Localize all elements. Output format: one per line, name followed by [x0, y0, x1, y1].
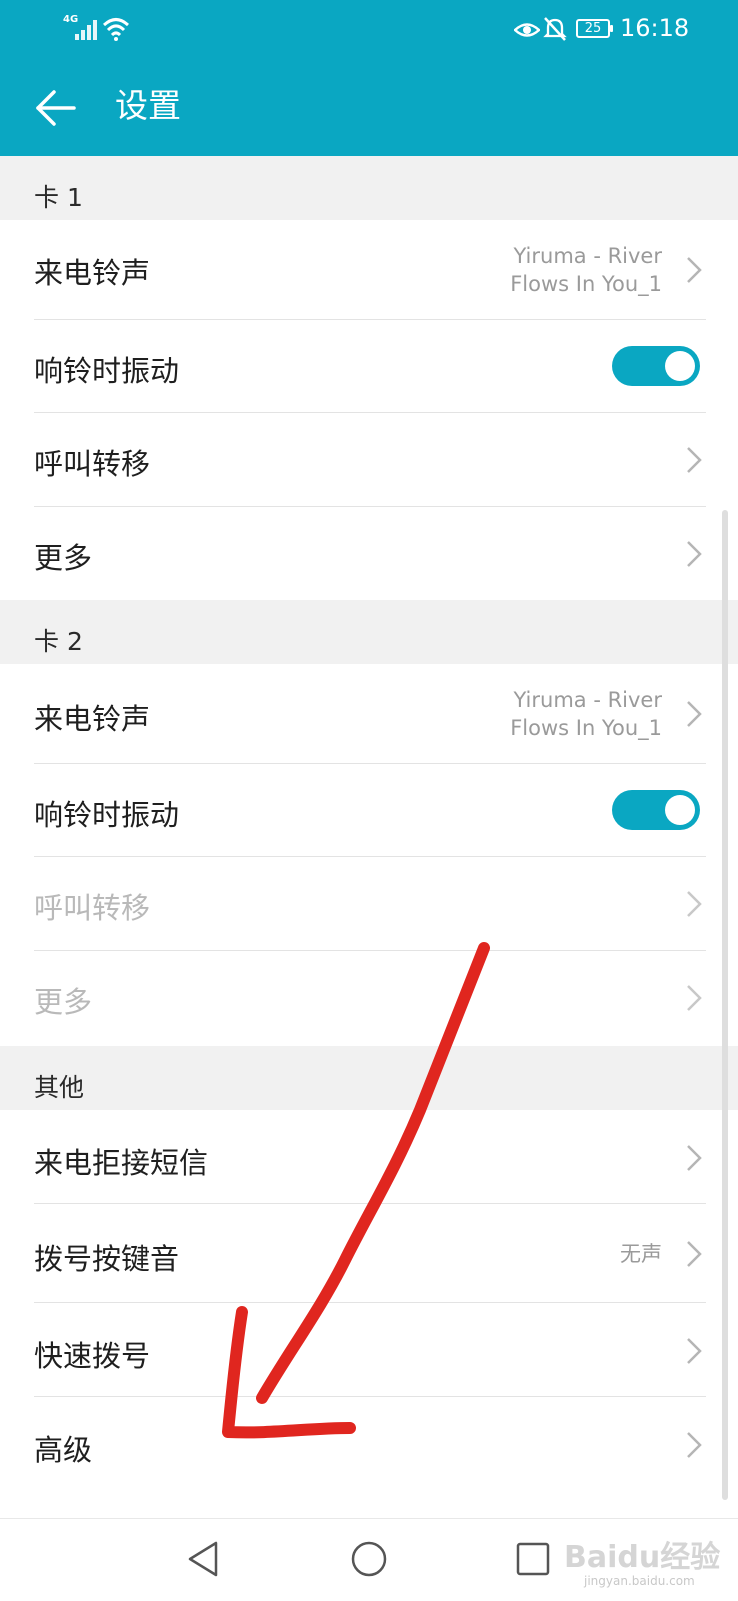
ringtone-value: Yiruma - River Flows In You_1 [510, 688, 662, 740]
ringtone-value: Yiruma - River Flows In You_1 [510, 244, 662, 296]
section-header-sim1: 卡 1 [0, 156, 738, 220]
chevron-right-icon [687, 1338, 702, 1364]
sim1-forwarding-row[interactable]: 呼叫转移 [0, 413, 738, 506]
recents-nav-icon[interactable] [511, 1537, 555, 1581]
row-label: 呼叫转移 [34, 447, 151, 481]
row-label: 来电铃声 [34, 256, 151, 290]
chevron-right-icon [687, 541, 702, 567]
sim2-forwarding-row[interactable]: 呼叫转移 [0, 857, 738, 950]
app-bar: 4G 25 16:18 设置 [0, 0, 738, 156]
sim1-vibrate-row[interactable]: 响铃时振动 [0, 320, 738, 412]
row-label: 呼叫转移 [34, 891, 151, 925]
home-nav-icon[interactable] [347, 1537, 391, 1581]
sim1-more-row[interactable]: 更多 [0, 507, 738, 600]
row-label: 更多 [34, 985, 93, 1019]
toggle-knob [665, 351, 695, 381]
speed-dial-row[interactable]: 快速拨号 [0, 1303, 738, 1396]
section-header-sim2: 卡 2 [0, 600, 738, 664]
clock: 16:18 [620, 14, 690, 42]
chevron-right-icon [687, 985, 702, 1011]
sim2-ringtone-row[interactable]: 来电铃声 Yiruma - River Flows In You_1 [0, 664, 738, 763]
page-title: 设置 [115, 86, 181, 125]
dial-tone-value: 无声 [620, 1242, 662, 1266]
wifi-icon [102, 18, 130, 41]
toggle-knob [665, 795, 695, 825]
sim2-vibrate-row[interactable]: 响铃时振动 [0, 764, 738, 856]
back-arrow-icon[interactable] [34, 86, 78, 130]
sim1-ringtone-row[interactable]: 来电铃声 Yiruma - River Flows In You_1 [0, 220, 738, 319]
scrollbar[interactable] [722, 510, 728, 1500]
chevron-right-icon [687, 1432, 702, 1458]
section-title: 卡 2 [34, 627, 83, 656]
row-label: 来电拒接短信 [34, 1146, 209, 1180]
eye-icon [514, 23, 540, 37]
sim2-more-row[interactable]: 更多 [0, 951, 738, 1046]
chevron-right-icon [687, 891, 702, 917]
signal-icon: 4G [63, 14, 99, 42]
chevron-right-icon [687, 257, 702, 283]
reject-sms-row[interactable]: 来电拒接短信 [0, 1110, 738, 1203]
section-header-other: 其他 [0, 1046, 738, 1110]
battery-icon: 25 [576, 19, 613, 38]
row-label: 更多 [34, 541, 93, 575]
back-nav-icon[interactable] [184, 1537, 228, 1581]
chevron-right-icon [687, 1145, 702, 1171]
section-title: 其他 [34, 1073, 85, 1102]
section-title: 卡 1 [34, 183, 83, 212]
row-label: 响铃时振动 [34, 798, 180, 832]
advanced-row[interactable]: 高级 [0, 1397, 738, 1492]
mute-icon [543, 17, 567, 41]
watermark-url: jingyan.baidu.com [584, 1574, 695, 1588]
vibrate-toggle[interactable] [612, 790, 700, 830]
row-label: 拨号按键音 [34, 1242, 180, 1276]
baidu-watermark: Baidu经验 jingyan.baidu.com [558, 1530, 728, 1592]
chevron-right-icon [687, 447, 702, 473]
chevron-right-icon [687, 701, 702, 727]
row-label: 快速拨号 [34, 1339, 151, 1373]
row-label: 响铃时振动 [34, 354, 180, 388]
row-label: 来电铃声 [34, 702, 151, 736]
dial-tone-row[interactable]: 拨号按键音 无声 [0, 1204, 738, 1302]
status-bar: 4G 25 16:18 [0, 0, 738, 58]
network-type: 4G [63, 14, 79, 25]
row-label: 高级 [34, 1433, 93, 1467]
vibrate-toggle[interactable] [612, 346, 700, 386]
chevron-right-icon [687, 1241, 702, 1267]
watermark-text: Baidu经验 [564, 1540, 721, 1575]
